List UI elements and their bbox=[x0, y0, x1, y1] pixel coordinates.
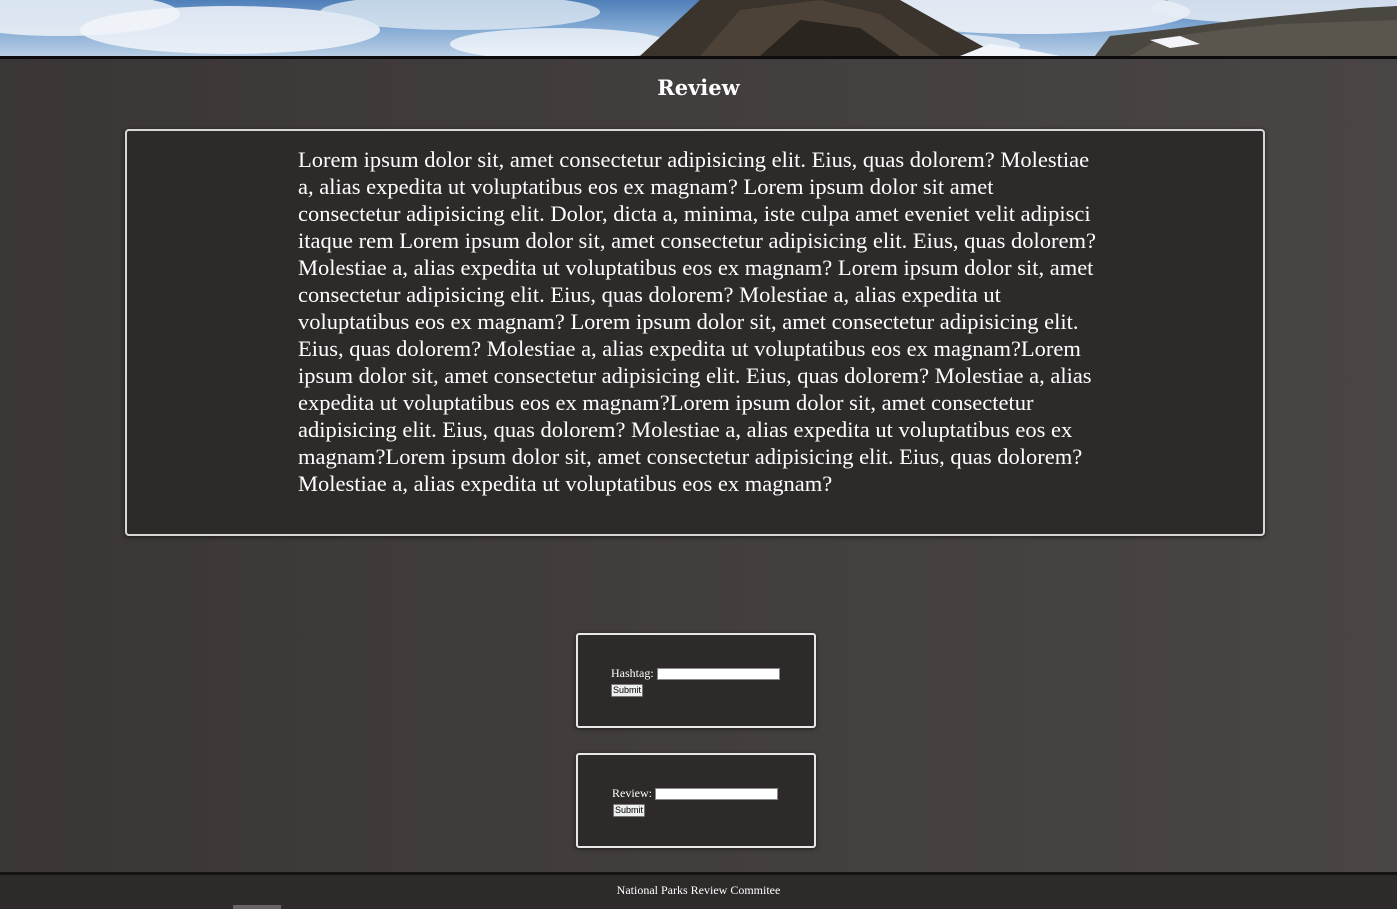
page: Review Lorem ipsum dolor sit, amet conse… bbox=[0, 0, 1397, 909]
hashtag-input[interactable] bbox=[656, 667, 780, 680]
mountain-landscape-image bbox=[0, 0, 1397, 56]
review-row: Review: bbox=[612, 786, 778, 801]
review-text: Lorem ipsum dolor sit, amet consectetur … bbox=[298, 147, 1096, 496]
horizontal-scrollbar[interactable] bbox=[233, 905, 281, 909]
review-label: Review: bbox=[612, 786, 652, 800]
review-form: Review: Submit bbox=[576, 753, 816, 848]
hashtag-row: Hashtag: bbox=[611, 666, 780, 681]
banner-image bbox=[0, 0, 1397, 56]
hashtag-submit-button[interactable]: Submit bbox=[611, 684, 644, 697]
review-card: Lorem ipsum dolor sit, amet consectetur … bbox=[125, 129, 1265, 536]
hashtag-form: Hashtag: Submit bbox=[576, 633, 816, 728]
hashtag-label: Hashtag: bbox=[611, 666, 654, 680]
footer: National Parks Review Commitee bbox=[0, 875, 1397, 909]
banner-divider bbox=[0, 56, 1397, 59]
review-submit-button[interactable]: Submit bbox=[613, 804, 646, 817]
review-input[interactable] bbox=[655, 787, 778, 800]
footer-text: National Parks Review Commitee bbox=[616, 883, 781, 897]
page-title: Review bbox=[657, 75, 740, 100]
